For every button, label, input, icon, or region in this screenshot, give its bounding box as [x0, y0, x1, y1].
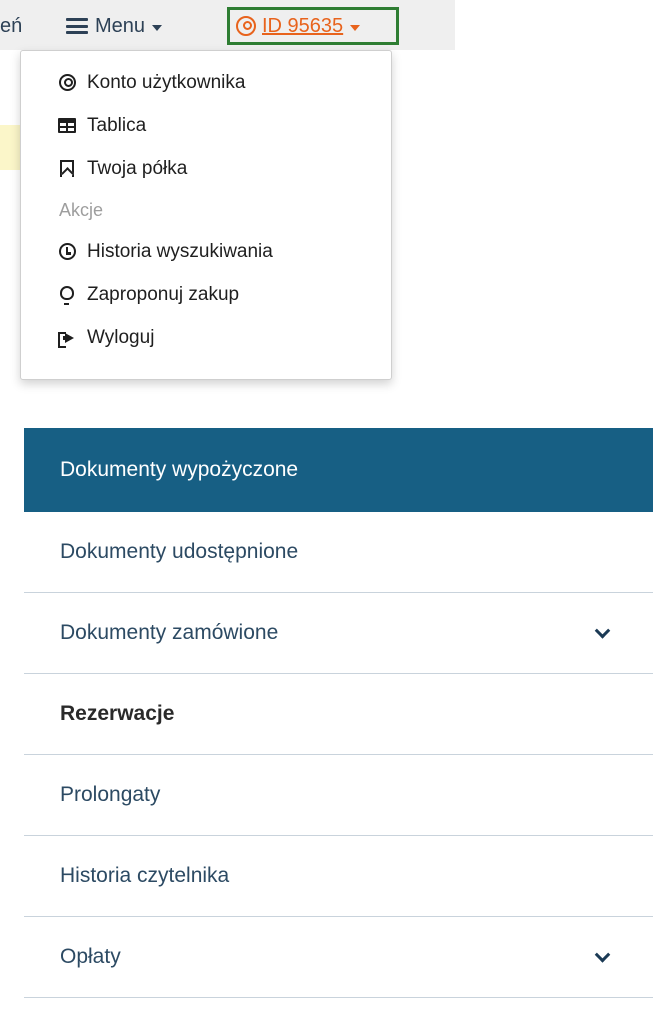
nav-item-borrowed-documents[interactable]: Dokumenty wypożyczone: [24, 428, 653, 512]
menu-item-logout[interactable]: Wyloguj: [21, 316, 391, 359]
user-id-label: ID 95635: [262, 14, 344, 37]
nav-item-shared-documents[interactable]: Dokumenty udostępnione: [24, 512, 653, 593]
chevron-down-icon[interactable]: [594, 623, 611, 639]
top-bar: eń Menu ID 95635: [0, 0, 455, 50]
nav-item-reservations[interactable]: Rezerwacje: [24, 674, 653, 755]
table-icon: [58, 117, 76, 135]
top-nav-partial-label: eń: [0, 14, 23, 37]
menu-item-search-history[interactable]: Historia wyszukiwania: [21, 230, 391, 273]
nav-item-label: Prolongaty: [60, 783, 161, 806]
nav-item-label: Rezerwacje: [60, 702, 175, 725]
nav-item-label: Dokumenty zamówione: [60, 621, 279, 644]
user-circle-icon: [236, 16, 256, 36]
user-dropdown-menu: Konto użytkownika Tablica Twoja półka Ak…: [20, 50, 392, 380]
menu-item-label: Tablica: [87, 114, 147, 136]
menu-item-account[interactable]: Konto użytkownika: [21, 61, 391, 104]
logout-icon: [58, 329, 76, 348]
menu-button[interactable]: Menu: [66, 8, 163, 44]
menu-item-label: Konto użytkownika: [87, 71, 246, 93]
caret-down-icon: [152, 24, 163, 31]
nav-item-reader-history[interactable]: Historia czytelnika: [24, 836, 653, 917]
menu-item-label: Historia wyszukiwania: [87, 240, 273, 262]
nav-item-renewals[interactable]: Prolongaty: [24, 755, 653, 836]
menu-item-label: Twoja półka: [87, 157, 188, 179]
menu-item-suggest-purchase[interactable]: Zaproponuj zakup: [21, 273, 391, 316]
caret-down-icon: [350, 24, 361, 31]
user-id-button[interactable]: ID 95635: [227, 7, 399, 45]
hamburger-icon: [66, 18, 88, 34]
nav-item-label: Dokumenty udostępnione: [60, 540, 299, 563]
account-navigation: Dokumenty wypożyczone Dokumenty udostępn…: [24, 428, 653, 998]
menu-item-label: Zaproponuj zakup: [87, 283, 240, 305]
nav-item-fees[interactable]: Opłaty: [24, 917, 653, 998]
nav-item-label: Historia czytelnika: [60, 864, 230, 887]
account-circle-icon: [58, 74, 76, 92]
chevron-down-icon[interactable]: [594, 947, 611, 963]
background-strip: [0, 125, 20, 170]
top-nav-partial-item[interactable]: eń: [0, 8, 22, 44]
nav-item-label: Dokumenty wypożyczone: [60, 458, 299, 481]
menu-section-header: Akcje: [59, 199, 104, 220]
bookmark-icon: [58, 160, 76, 178]
clock-icon: [58, 243, 76, 261]
menu-item-label: Wyloguj: [87, 326, 155, 348]
nav-item-label: Opłaty: [60, 945, 121, 968]
nav-item-ordered-documents[interactable]: Dokumenty zamówione: [24, 593, 653, 674]
menu-item-dashboard[interactable]: Tablica: [21, 104, 391, 147]
menu-label: Menu: [95, 14, 146, 37]
menu-item-shelf[interactable]: Twoja półka: [21, 147, 391, 190]
lightbulb-icon: [58, 286, 76, 305]
